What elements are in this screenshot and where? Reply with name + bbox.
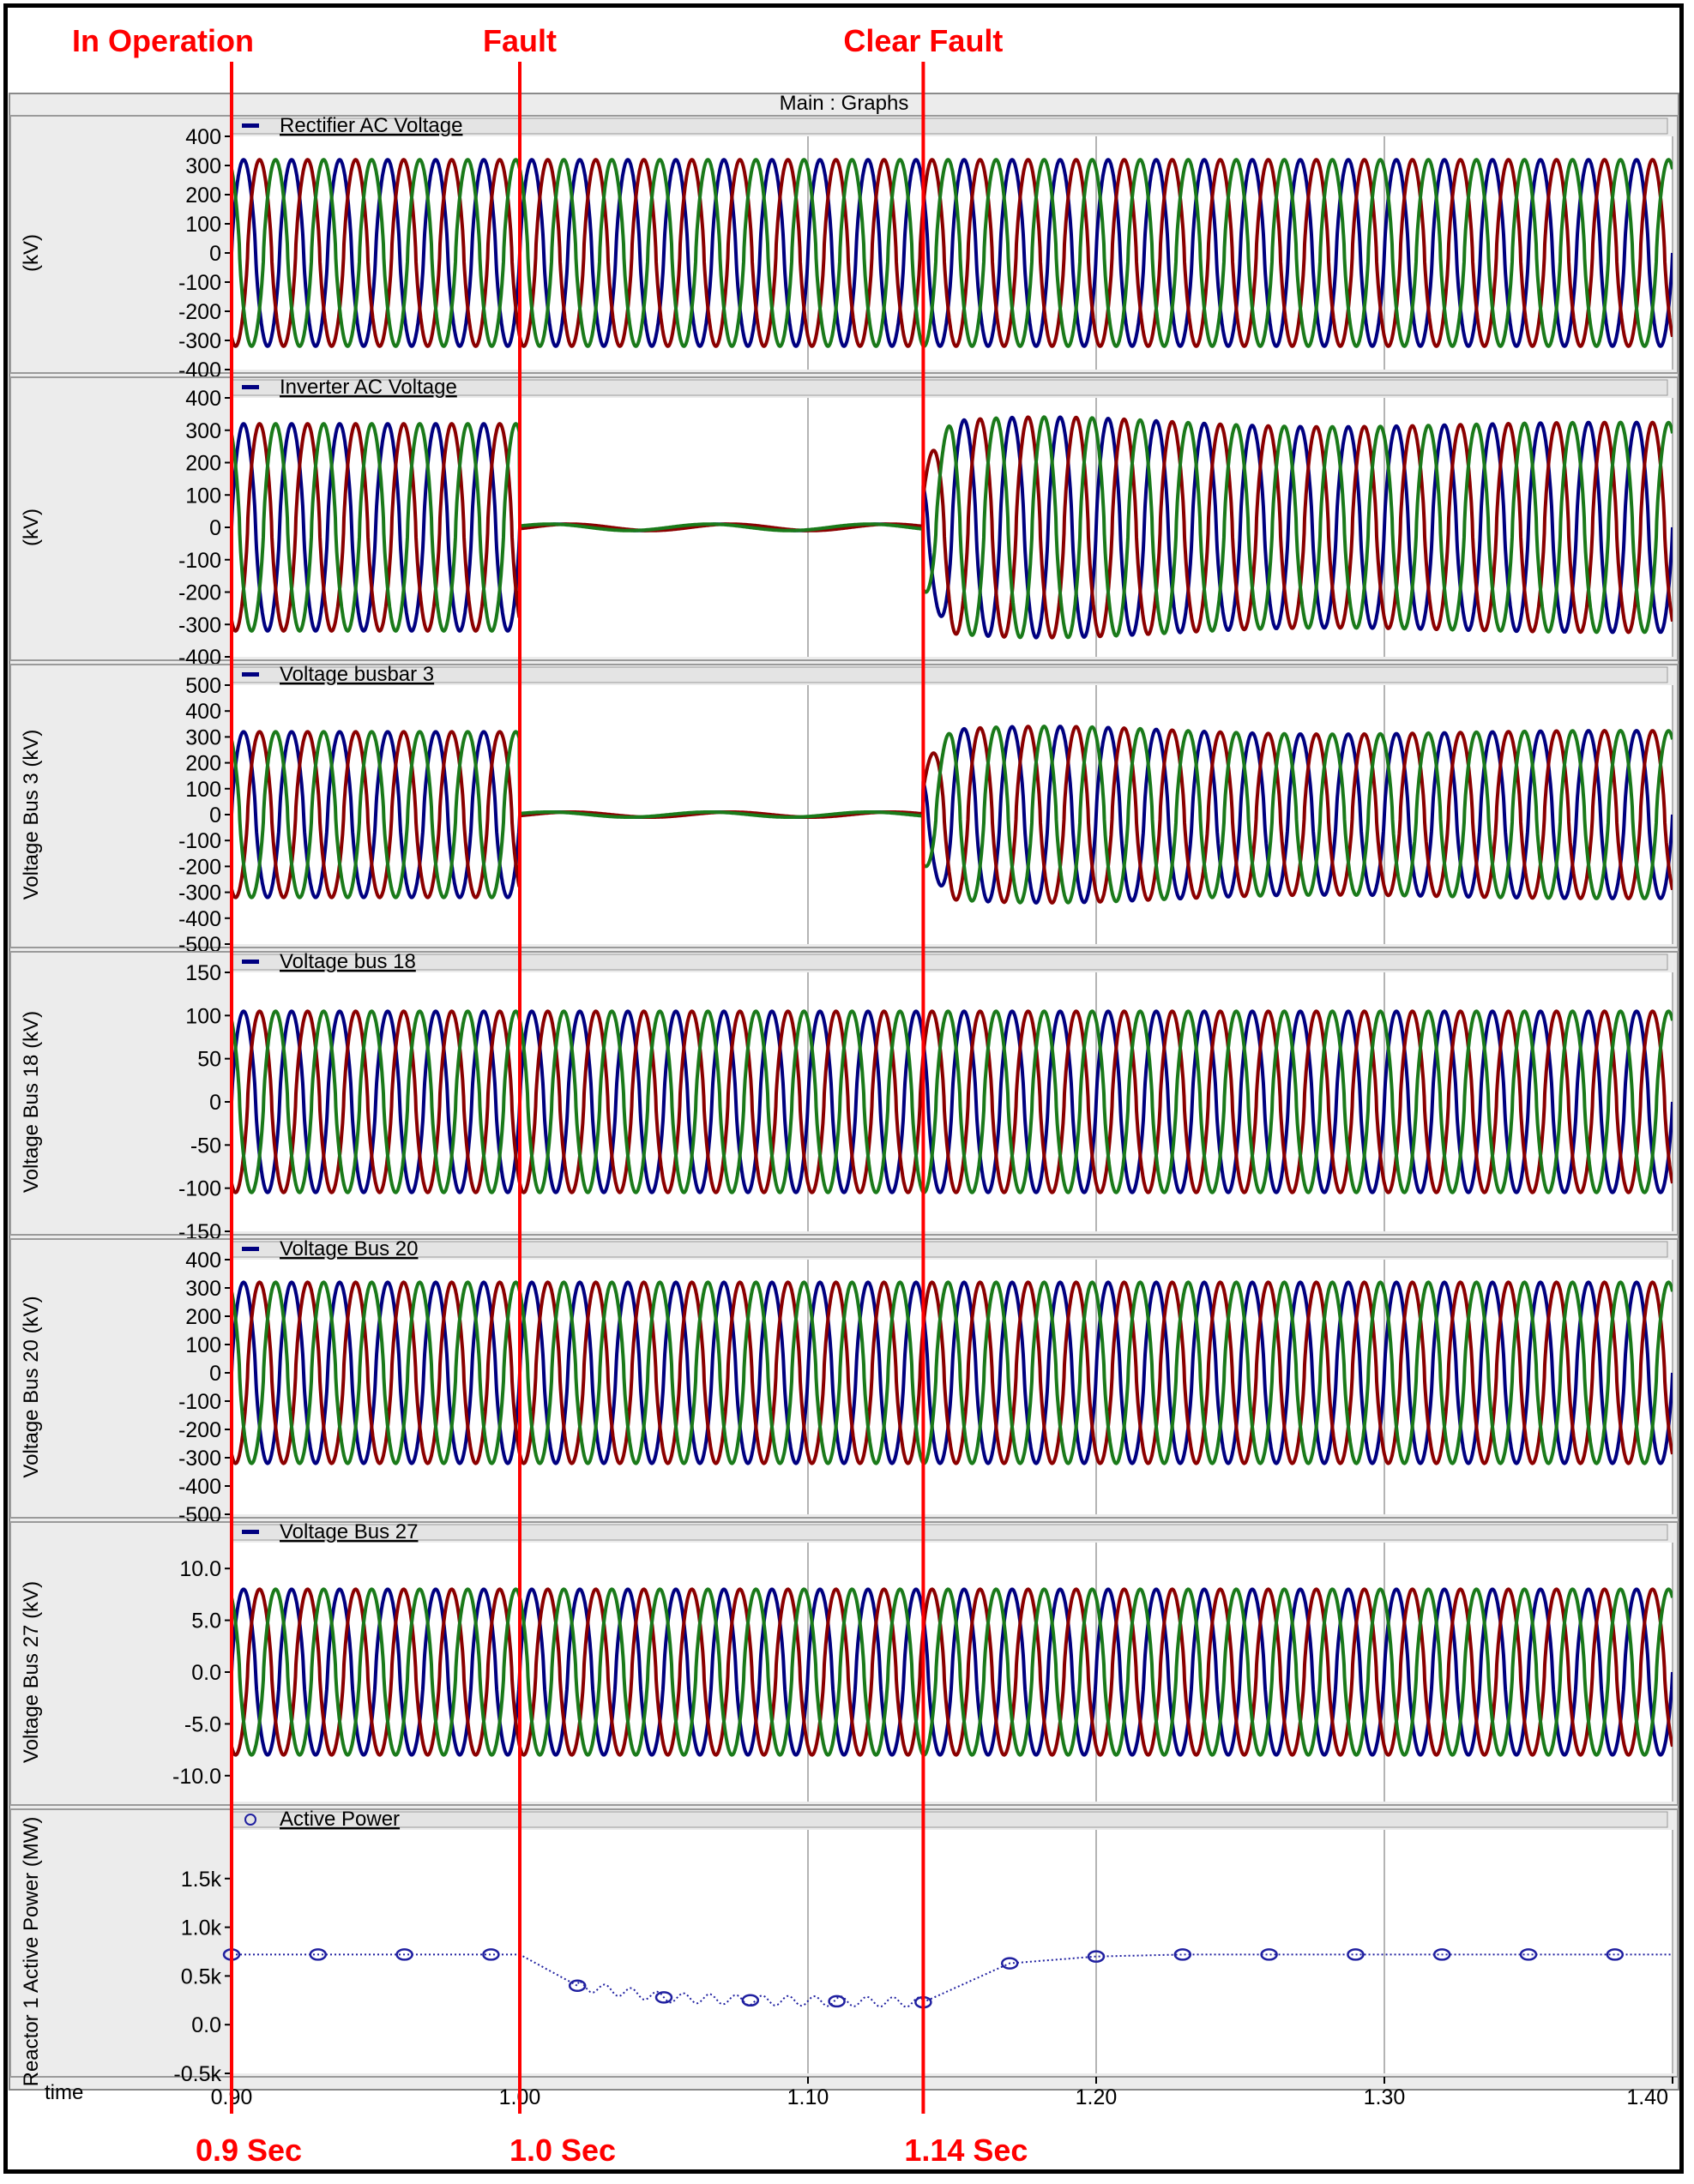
event-label: Clear Fault [843, 23, 1003, 58]
y-tick-label: 400 [185, 387, 221, 411]
y-tick-label: -300 [178, 613, 221, 637]
y-tick-label: 50 [197, 1048, 221, 1072]
y-tick-label: 0 [209, 516, 221, 540]
y-axis-label: Voltage Bus 20 (kV) [20, 1296, 43, 1477]
event-label: In Operation [72, 23, 254, 58]
x-tick-label: 1.20 [1076, 2085, 1118, 2109]
y-tick-label: 400 [185, 125, 221, 149]
y-tick-label: -100 [178, 271, 221, 295]
y-tick-label: -100 [178, 829, 221, 853]
chart-panel-1: Rectifier AC Voltage 400 300 200 100 0 -100 -20… [9, 114, 1679, 382]
y-tick-label: 0 [209, 1362, 221, 1386]
y-tick-label: 100 [185, 1333, 221, 1357]
y-tick-label: 200 [185, 184, 221, 208]
y-tick-label: 1.0k [181, 1916, 222, 1940]
y-axis-label: Voltage Bus 3 (kV) [20, 730, 43, 900]
x-tick-label: 1.30 [1364, 2085, 1406, 2109]
legend-bar [231, 666, 1668, 683]
graphs-canvas: Rectifier AC Voltage4003002001000-100-20… [9, 23, 1679, 2168]
legend-marker-icon [242, 960, 259, 964]
chart-title: Inverter AC Voltage [280, 376, 457, 399]
x-axis: time0.901.001.101.201.301.40 [45, 2077, 1673, 2109]
y-tick-label: -100 [178, 1390, 221, 1414]
y-tick-label: 400 [185, 1248, 221, 1272]
y-tick-label: 500 [185, 674, 221, 698]
y-tick-label: -300 [178, 881, 221, 905]
legend-marker-icon [242, 1530, 259, 1534]
y-tick-label: 100 [185, 213, 221, 237]
y-tick-label: 200 [185, 752, 221, 776]
y-axis-label: Reactor 1 Active Power (MW) [20, 1817, 43, 2087]
chart-title: Voltage Bus 20 [280, 1237, 418, 1260]
y-tick-label: 0 [209, 803, 221, 827]
y-tick-label: 5.0 [191, 1609, 221, 1633]
y-tick-label: 1.5k [181, 1868, 222, 1892]
legend-bar [231, 1241, 1668, 1258]
y-tick-label: -100 [178, 549, 221, 573]
x-tick-label: 1.10 [787, 2085, 829, 2109]
y-tick-label: 150 [185, 961, 221, 985]
y-tick-label: -300 [178, 1447, 221, 1471]
y-tick-label: -400 [178, 1475, 221, 1499]
y-tick-label: 0.0 [191, 2013, 221, 2037]
y-tick-label: -400 [178, 907, 221, 931]
y-tick-label: -50 [190, 1134, 221, 1158]
y-axis-label: Voltage Bus 27 (kV) [20, 1581, 43, 1763]
event-label: Fault [483, 23, 557, 58]
legend-marker-icon [242, 123, 259, 128]
y-tick-label: 10.0 [179, 1557, 221, 1581]
y-tick-label: -300 [178, 329, 221, 353]
chart-title: Voltage Bus 27 [280, 1520, 418, 1543]
y-tick-label: -100 [178, 1177, 221, 1201]
y-axis-label: Voltage Bus 18 (kV) [20, 1011, 43, 1193]
x-axis-label: time [45, 2081, 83, 2104]
legend-marker-icon [242, 385, 259, 389]
chart-title: Rectifier AC Voltage [280, 114, 462, 137]
x-tick-label: 1.40 [1626, 2085, 1668, 2109]
y-tick-label: -200 [178, 855, 221, 879]
y-tick-label: 300 [185, 419, 221, 443]
y-tick-label: -0.5k [173, 2062, 221, 2086]
legend-marker-icon [242, 672, 259, 677]
y-tick-label: -200 [178, 581, 221, 605]
y-tick-label: 200 [185, 452, 221, 476]
y-tick-label: 300 [185, 725, 221, 749]
y-tick-label: 100 [185, 1004, 221, 1028]
chart-title: Voltage busbar 3 [280, 663, 434, 686]
event-time-label: 0.9 Sec [196, 2133, 302, 2168]
y-axis-label: (kV) [20, 234, 43, 272]
y-axis-label: (kV) [20, 508, 43, 546]
y-tick-label: 300 [185, 1277, 221, 1301]
y-tick-label: 0 [209, 1091, 221, 1115]
event-time-label: 1.0 Sec [509, 2133, 616, 2168]
event-time-label: 1.14 Sec [904, 2133, 1028, 2168]
chart-panel-5: Voltage Bus 20 400 300 200 100 0 -100 -200 -300 -… [9, 1237, 1679, 1527]
legend-marker-icon [242, 1247, 259, 1251]
y-tick-label: -5.0 [184, 1712, 221, 1736]
chart-title: Active Power [280, 1808, 400, 1831]
y-tick-label: -200 [178, 1418, 221, 1442]
y-tick-label: 0.5k [181, 1964, 222, 1988]
y-tick-label: 300 [185, 154, 221, 178]
y-tick-label: 200 [185, 1305, 221, 1329]
y-tick-label: 100 [185, 778, 221, 802]
y-tick-label: -200 [178, 300, 221, 324]
chart-panel-6: Voltage Bus 27 10.0 5.0 0.0 -5.0 -10.0 Voltage… [9, 1520, 1679, 1806]
y-tick-label: 400 [185, 700, 221, 724]
y-tick-label: -10.0 [172, 1765, 221, 1789]
chart-panel-2: Inverter AC Voltage 400 300 200 100 0 -100 -200… [9, 376, 1679, 670]
chart-panel-4: Voltage bus 18150100500-50-100-150Voltag… [9, 950, 1679, 1244]
chart-panel-3: Voltage busbar 3 500400300 2001000-100-200… [9, 663, 1679, 957]
y-tick-label: 100 [185, 484, 221, 508]
legend-bar [231, 1811, 1668, 1828]
chart-title: Voltage bus 18 [280, 950, 416, 973]
y-tick-label: 0.0 [191, 1661, 221, 1685]
plot-area [232, 1830, 1673, 2073]
chart-panel-7: Active Power 1.5k 1.0k 0.5k 0.0 -0.5k Reactor … [9, 1808, 1679, 2087]
legend-bar [231, 1524, 1668, 1541]
legend-bar [231, 954, 1668, 971]
y-tick-label: 0 [209, 242, 221, 266]
